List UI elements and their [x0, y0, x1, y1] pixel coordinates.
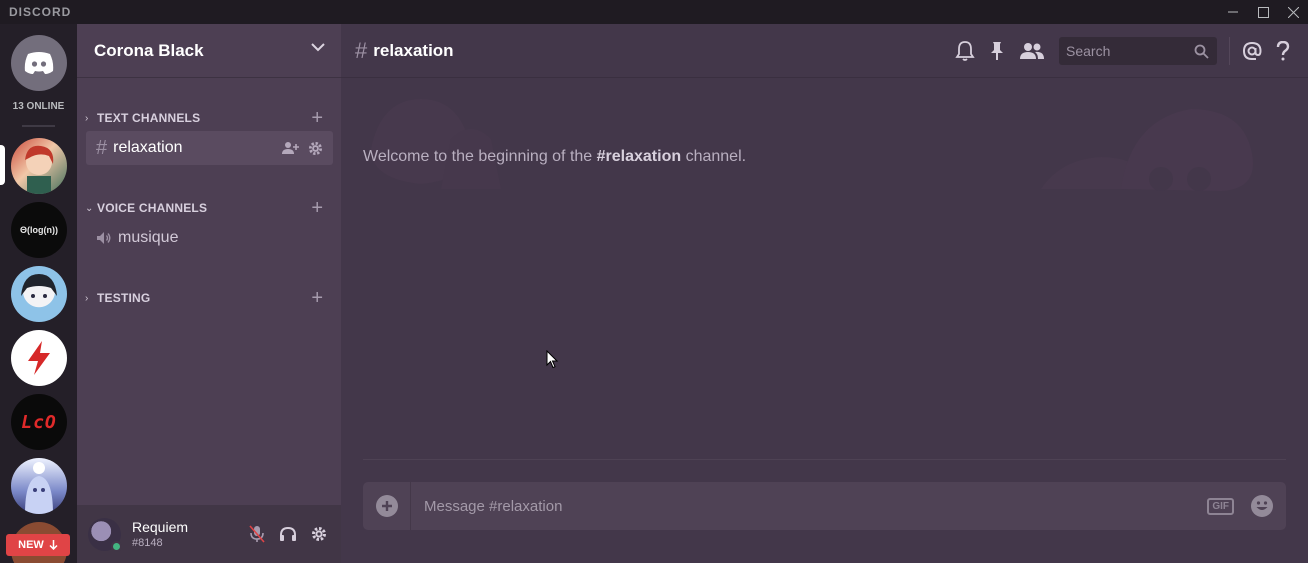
notifications-button[interactable] [955, 40, 975, 62]
channel-title: relaxation [373, 40, 454, 60]
server-icon-ghost[interactable] [11, 458, 67, 514]
maximize-icon [1257, 6, 1269, 18]
bell-icon [955, 41, 975, 61]
server-lco-label: LcO [21, 411, 57, 433]
at-sign-icon [1242, 41, 1262, 60]
active-server-indicator [0, 145, 5, 185]
chevron-down-icon [311, 43, 325, 52]
composer-divider [363, 459, 1286, 460]
channel-tools [282, 141, 323, 156]
category-arrow-icon: › [85, 292, 89, 304]
channel-name: relaxation [113, 139, 183, 156]
message-composer: GIF [363, 482, 1286, 530]
category-arrow-icon: ⌄ [85, 202, 94, 214]
channel-hash-icon: # [355, 37, 368, 63]
category-label: VOICE CHANNELS [97, 201, 208, 215]
discord-app: DISCORD 13 ONLINE Θ(log(n)) LcO NEW Coro… [0, 0, 1308, 563]
channel-item-relaxation[interactable]: # relaxation [86, 131, 333, 165]
window-controls [1218, 0, 1308, 24]
new-mentions-badge[interactable]: NEW [6, 534, 70, 556]
help-button[interactable] [1276, 41, 1290, 61]
username: Requiem [132, 519, 189, 535]
minimize-button[interactable] [1218, 0, 1248, 24]
online-status-dot [111, 540, 122, 552]
channel-sidebar: Corona Black › TEXT CHANNELS + # relaxat… [77, 24, 341, 563]
headphones-icon[interactable] [279, 526, 297, 542]
server-theta-label: Θ(log(n)) [20, 225, 58, 235]
header-toolbar [955, 24, 1308, 78]
channel-item-musique[interactable]: musique [86, 221, 333, 255]
minimize-icon [1228, 11, 1238, 13]
rail-separator [22, 125, 55, 127]
category-arrow-icon: › [85, 112, 89, 124]
search-box[interactable] [1059, 37, 1217, 65]
text-channel-hash-icon: # [96, 136, 108, 159]
server-icon-theta[interactable]: Θ(log(n)) [11, 202, 67, 258]
mouse-cursor-icon [546, 350, 558, 369]
chat-area: # relaxation Search Welcome to the begin… [341, 24, 1308, 563]
maximize-button[interactable] [1248, 0, 1278, 24]
user-controls [249, 525, 327, 543]
title-bar: DISCORD [0, 0, 1308, 24]
add-circle-icon [375, 495, 398, 517]
message-input[interactable] [411, 482, 1208, 530]
server-rail: 13 ONLINE Θ(log(n)) LcO NEW [0, 24, 77, 563]
category-text-channels[interactable]: › TEXT CHANNELS + [85, 108, 333, 128]
welcome-channel-name: #relaxation [596, 148, 682, 165]
search-input[interactable] [1066, 43, 1186, 59]
pin-icon [991, 42, 1003, 60]
create-channel-plus-icon[interactable]: + [311, 108, 323, 128]
gif-button[interactable]: GIF [1207, 497, 1234, 515]
search-icon [1194, 44, 1209, 59]
create-channel-plus-icon[interactable]: + [311, 288, 323, 308]
close-button[interactable] [1278, 0, 1308, 24]
mentions-button[interactable] [1242, 41, 1262, 61]
channel-settings-gear-icon[interactable] [308, 141, 323, 156]
welcome-prefix: Welcome to the beginning of the [363, 148, 597, 165]
ghost-figure-icon [25, 462, 53, 514]
help-question-icon [1276, 41, 1290, 61]
category-label: TEXT CHANNELS [97, 111, 201, 125]
guild-header[interactable]: Corona Black [77, 24, 341, 78]
arrow-down-icon [49, 540, 58, 550]
home-button[interactable] [11, 35, 67, 91]
create-channel-plus-icon[interactable]: + [311, 198, 323, 218]
channel-welcome-message: Welcome to the beginning of the #relaxat… [363, 148, 746, 166]
header-divider [1229, 37, 1230, 65]
server-icon-anime-red[interactable] [11, 138, 67, 194]
member-list-button[interactable] [1019, 42, 1045, 60]
members-icon [1020, 43, 1044, 59]
speaker-icon [97, 232, 111, 244]
pinned-messages-button[interactable] [989, 41, 1005, 61]
category-voice-channels[interactable]: ⌄ VOICE CHANNELS + [85, 198, 333, 218]
user-discriminator: #8148 [132, 537, 163, 549]
anime-avatar-icon [25, 145, 54, 194]
channel-name: musique [118, 229, 179, 246]
discord-logo-icon [24, 52, 54, 74]
channel-header: # relaxation [341, 24, 1308, 78]
app-brand: DISCORD [9, 5, 72, 19]
upload-button[interactable] [363, 482, 411, 530]
server-icon-lco[interactable]: LcO [11, 394, 67, 450]
new-badge-label: NEW [18, 539, 44, 551]
anime-girl-icon [21, 274, 57, 298]
guild-name: Corona Black [94, 40, 204, 60]
category-testing[interactable]: › TESTING + [85, 288, 333, 308]
emoji-icon[interactable] [1250, 494, 1274, 518]
lightning-bolt-icon [28, 341, 50, 375]
user-avatar[interactable] [88, 517, 122, 552]
category-label: TESTING [97, 291, 151, 305]
user-panel: Requiem #8148 [77, 505, 341, 563]
welcome-suffix: channel. [681, 148, 747, 165]
server-icon-bolt[interactable] [11, 330, 67, 386]
invite-member-icon[interactable] [282, 141, 300, 155]
user-info: Requiem #8148 [132, 519, 188, 549]
server-icon-anime-blue[interactable] [11, 266, 67, 322]
close-icon [1287, 6, 1299, 18]
microphone-muted-icon[interactable] [249, 525, 265, 543]
online-count: 13 ONLINE [12, 101, 65, 112]
welcome-background-art [371, 99, 1253, 191]
user-settings-gear-icon[interactable] [311, 526, 327, 542]
